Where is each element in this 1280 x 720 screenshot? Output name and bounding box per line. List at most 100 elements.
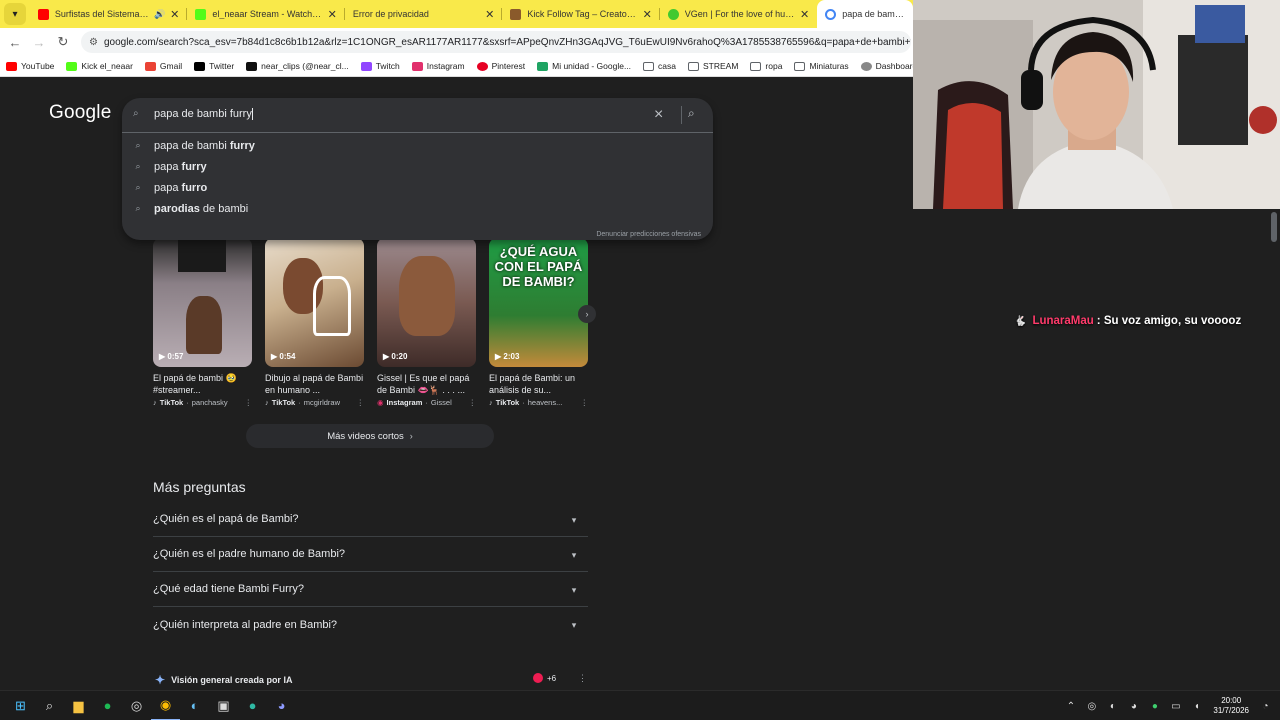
- more-options-icon[interactable]: ⋮: [469, 398, 477, 407]
- tab-google-search[interactable]: papa de bambi furry: [817, 0, 913, 28]
- clear-icon[interactable]: ×: [654, 106, 663, 124]
- tab-privacy-error[interactable]: Error de privacidad ✕: [345, 0, 503, 28]
- bookmark-kick[interactable]: Kick el_neaar: [66, 61, 133, 71]
- suggestion-text: parodias de bambi: [154, 202, 249, 215]
- video-thumbnail[interactable]: ▶ 0:20: [377, 238, 476, 367]
- more-options-icon[interactable]: ⋮: [578, 673, 587, 684]
- report-predictions-link[interactable]: Denunciar predicciones ofensivas: [596, 231, 701, 238]
- text-cursor: [251, 108, 253, 121]
- search-input-row[interactable]: ⌕ papa de bambi furry × ⌕: [122, 98, 713, 133]
- people-also-ask-title: Más preguntas: [153, 479, 246, 495]
- chrome-icon[interactable]: ◉: [151, 691, 180, 720]
- paa-question[interactable]: ¿Quién es el papá de Bambi? ▾: [153, 502, 588, 537]
- suggestion-item[interactable]: ⌕ papa furro: [122, 177, 713, 198]
- close-tab-icon[interactable]: ✕: [485, 8, 494, 21]
- suggestion-item[interactable]: ⌕ papa de bambi furry: [122, 135, 713, 156]
- back-arrow-icon[interactable]: ←: [3, 35, 27, 50]
- video-thumbnail[interactable]: ▶ 0:57: [153, 238, 252, 367]
- google-logo[interactable]: Google: [49, 102, 111, 124]
- steam-tray-icon[interactable]: ◐: [1102, 701, 1123, 712]
- bookmark-twitter[interactable]: Twitter: [194, 61, 234, 71]
- tab-youtube[interactable]: Surfistas del Sistema - Sesió 🔊 ✕: [30, 0, 188, 28]
- suggestion-item[interactable]: ⌕ parodias de bambi: [122, 198, 713, 219]
- ai-overview-label: Visión general creada por IA: [171, 675, 293, 685]
- video-result[interactable]: ¿QUÉ AGUA CON EL PAPÁ DE BAMBI? ▶ 2:03 E…: [489, 238, 588, 407]
- microphone-icon[interactable]: ●: [1144, 701, 1165, 712]
- x-icon: [194, 61, 206, 71]
- network-icon[interactable]: ▭: [1165, 701, 1186, 712]
- video-result[interactable]: ▶ 0:57 El papá de bambi 🥹 #streamer... ♪…: [153, 238, 252, 407]
- speaker-icon[interactable]: 🔊: [154, 9, 165, 20]
- steam-icon[interactable]: ◐: [180, 691, 209, 720]
- chevron-down-icon[interactable]: ▾: [566, 617, 582, 633]
- bookmark-near-clips[interactable]: near_clips (@near_cl...: [246, 61, 349, 71]
- webcam-thumbnail-inset: [178, 238, 226, 272]
- bookmark-twitch[interactable]: Twitch: [360, 61, 400, 71]
- gmail-icon: [144, 61, 156, 71]
- reload-icon[interactable]: ↻: [51, 34, 75, 50]
- bookmark-folder-stream[interactable]: STREAM: [688, 61, 738, 71]
- bookmark-gmail[interactable]: Gmail: [144, 61, 182, 71]
- bookmark-google-drive[interactable]: Mi unidad - Google...: [537, 61, 631, 71]
- notification-bell-icon[interactable]: ◔: [1255, 701, 1276, 712]
- search-box: ⌕ papa de bambi furry × ⌕ ⌕ papa de bambi…: [122, 98, 713, 240]
- browser-icon[interactable]: ●: [238, 691, 267, 720]
- obs-tray-icon[interactable]: ◎: [1081, 701, 1102, 712]
- paa-question[interactable]: ¿Qué edad tiene Bambi Furry? ▾: [153, 572, 588, 607]
- capcut-icon[interactable]: ▣: [209, 691, 238, 720]
- bookmark-folder-casa[interactable]: casa: [643, 61, 676, 71]
- scrollbar-thumb[interactable]: [1271, 212, 1277, 242]
- suggestion-item[interactable]: ⌕ papa furry: [122, 156, 713, 177]
- search-icon[interactable]: ⌕: [688, 106, 695, 121]
- chevron-down-icon[interactable]: ▾: [566, 512, 582, 528]
- search-icon: ⌕: [133, 108, 139, 119]
- volume-icon[interactable]: ◖: [1186, 701, 1207, 712]
- tab-vgen[interactable]: VGen | For the love of human c ✕: [660, 0, 817, 28]
- more-shorts-button[interactable]: Más videos cortos ›: [246, 424, 494, 448]
- video-result[interactable]: ▶ 0:20 Gissel | Es que el papá de Bambi …: [377, 238, 476, 407]
- chevron-down-icon[interactable]: ▾: [566, 547, 582, 563]
- browser-toolbar: ← → ↻ ⚙ google.com/search?sca_esv=7b84d1…: [0, 28, 913, 56]
- video-platform: TikTok: [495, 398, 520, 407]
- video-platform: TikTok: [159, 398, 184, 407]
- more-options-icon[interactable]: ⋮: [245, 398, 253, 407]
- search-input[interactable]: papa de bambi furry: [154, 108, 253, 121]
- address-bar[interactable]: ⚙ google.com/search?sca_esv=7b84d1c8c6b1…: [81, 31, 911, 53]
- paa-question[interactable]: ¿Quién interpreta al padre en Bambi? ▾: [153, 607, 588, 642]
- bookmark-folder-miniaturas[interactable]: Miniaturas: [794, 61, 849, 71]
- chevron-down-icon[interactable]: ▾: [566, 582, 582, 598]
- close-tab-icon[interactable]: ✕: [643, 8, 652, 21]
- tab-creatorset[interactable]: Kick Follow Tag – CreatorSet ✕: [502, 0, 660, 28]
- video-result[interactable]: ▶ 0:54 Dibujo al papá de Bambi en humano…: [265, 238, 364, 407]
- carousel-next-button[interactable]: ›: [578, 305, 596, 323]
- video-thumbnail[interactable]: ¿QUÉ AGUA CON EL PAPÁ DE BAMBI? ▶ 2:03: [489, 238, 588, 367]
- clock[interactable]: 20:00 31/7/2026: [1213, 696, 1249, 716]
- video-title: Dibujo al papá de Bambi en humano ...: [265, 373, 364, 395]
- ai-sources[interactable]: +6: [533, 673, 556, 683]
- discord-tray-icon[interactable]: ◕: [1123, 701, 1144, 712]
- tab-kick[interactable]: el_neaar Stream - Watch Live o ✕: [187, 0, 345, 28]
- bookmark-pinterest[interactable]: Pinterest: [476, 61, 525, 71]
- bookmark-instagram[interactable]: Instagram: [411, 61, 465, 71]
- spotify-icon[interactable]: ●: [93, 691, 122, 720]
- forward-arrow-icon[interactable]: →: [27, 35, 51, 50]
- chevron-up-icon[interactable]: ⌃: [1060, 701, 1081, 712]
- bookmark-youtube[interactable]: YouTube: [6, 61, 54, 71]
- close-tab-icon[interactable]: ✕: [170, 8, 179, 21]
- windows-start-icon[interactable]: ⊞: [6, 691, 35, 720]
- paa-question[interactable]: ¿Quién es el padre humano de Bambi? ▾: [153, 537, 588, 572]
- discord-icon[interactable]: ◕: [267, 691, 296, 720]
- close-tab-icon[interactable]: ✕: [800, 8, 809, 21]
- more-options-icon[interactable]: ⋮: [581, 398, 589, 407]
- chat-username: LunaraMau: [1032, 315, 1094, 327]
- close-tab-icon[interactable]: ✕: [328, 8, 337, 21]
- bookmark-folder-ropa[interactable]: ropa: [750, 61, 782, 71]
- file-explorer-icon[interactable]: ▆: [64, 691, 93, 720]
- search-icon[interactable]: ⌕: [35, 691, 64, 720]
- video-thumbnail[interactable]: ▶ 0:54: [265, 238, 364, 367]
- more-options-icon[interactable]: ⋮: [357, 398, 365, 407]
- twitch-icon: [360, 61, 372, 71]
- tab-search-button[interactable]: ▾: [4, 3, 26, 25]
- site-info-icon[interactable]: ⚙: [89, 37, 98, 48]
- obs-icon[interactable]: ◎: [122, 691, 151, 720]
